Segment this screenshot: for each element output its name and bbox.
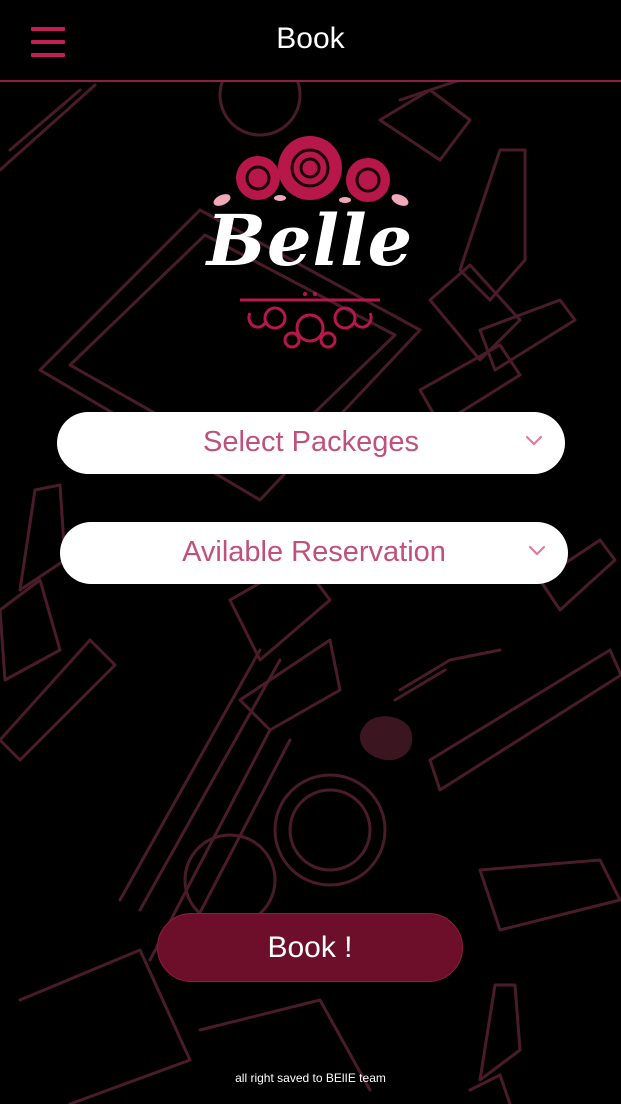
chevron-down-icon <box>528 545 546 556</box>
app-header: Book <box>0 0 621 82</box>
chevron-down-icon <box>525 435 543 446</box>
available-reservation-label: Avilable Reservation <box>182 536 446 568</box>
available-reservation-dropdown[interactable]: Avilable Reservation <box>60 522 568 584</box>
logo-text: Belle <box>206 199 414 282</box>
select-packages-dropdown[interactable]: Select Packeges <box>57 412 565 474</box>
belle-logo: Belle <box>200 128 420 358</box>
page-title: Book <box>276 22 345 55</box>
book-button[interactable]: Book ! <box>157 913 463 982</box>
select-packages-label: Select Packeges <box>202 426 419 458</box>
footer-text: all right saved to BElIE team <box>235 1071 386 1085</box>
